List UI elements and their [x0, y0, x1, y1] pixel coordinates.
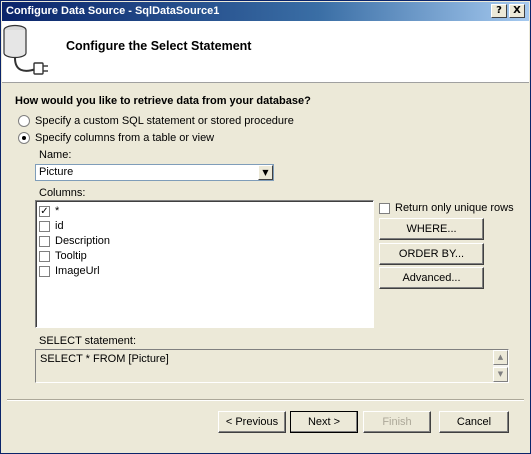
finish-button: Finish: [363, 411, 431, 433]
help-button[interactable]: ?: [491, 4, 507, 18]
table-columns-label: Specify columns from a table or view: [35, 132, 215, 144]
configure-data-source-dialog: Configure Data Source - SqlDataSource1 ?…: [0, 0, 531, 454]
scroll-up-icon[interactable]: ▲: [493, 350, 508, 365]
unique-rows-label: Return only unique rows: [395, 202, 514, 214]
checkbox[interactable]: [39, 265, 50, 277]
order-by-button[interactable]: ORDER BY...: [379, 243, 484, 265]
column-label: ImageUrl: [55, 265, 100, 277]
custom-sql-label: Specify a custom SQL statement or stored…: [35, 115, 294, 127]
table-name-value: Picture: [39, 166, 74, 178]
columns-label: Columns:: [39, 187, 86, 199]
previous-button[interactable]: < Previous: [218, 411, 286, 433]
wizard-header: Configure the Select Statement: [2, 21, 529, 83]
column-label: Description: [55, 235, 111, 247]
custom-sql-radio[interactable]: [18, 115, 30, 127]
title-bar[interactable]: Configure Data Source - SqlDataSource1 ?…: [2, 2, 529, 21]
next-button[interactable]: Next >: [290, 411, 358, 433]
column-item-star[interactable]: ✓ *: [39, 204, 59, 218]
chevron-down-icon[interactable]: ▼: [258, 165, 273, 180]
column-item-tooltip[interactable]: Tooltip: [39, 249, 87, 263]
checkbox-checked[interactable]: ✓: [39, 205, 50, 217]
page-title: Configure the Select Statement: [66, 39, 252, 53]
columns-list[interactable]: ✓ * id Description Tooltip ImageUrl: [35, 200, 374, 328]
column-label: Tooltip: [55, 250, 87, 262]
unique-rows-option[interactable]: Return only unique rows: [379, 202, 514, 214]
retrieval-question: How would you like to retrieve data from…: [15, 95, 311, 107]
column-label: id: [55, 220, 64, 232]
column-item-id[interactable]: id: [39, 219, 64, 233]
where-button[interactable]: WHERE...: [379, 218, 484, 240]
column-label: *: [55, 205, 60, 217]
column-item-imageurl[interactable]: ImageUrl: [39, 264, 100, 278]
close-button[interactable]: X: [509, 4, 525, 18]
footer-divider: [7, 399, 524, 401]
unique-rows-checkbox[interactable]: [379, 202, 390, 214]
advanced-button[interactable]: Advanced...: [379, 267, 484, 289]
table-name-dropdown[interactable]: Picture ▼: [35, 164, 274, 181]
column-item-description[interactable]: Description: [39, 234, 110, 248]
option-custom-sql[interactable]: Specify a custom SQL statement or stored…: [18, 114, 294, 128]
vertical-scrollbar[interactable]: ▲ ▼: [493, 350, 508, 382]
name-label: Name:: [39, 149, 72, 161]
select-statement-label: SELECT statement:: [39, 335, 137, 347]
window-title: Configure Data Source - SqlDataSource1: [6, 5, 220, 17]
cancel-button[interactable]: Cancel: [439, 411, 509, 433]
select-statement-text: SELECT * FROM [Picture]: [40, 353, 169, 365]
table-columns-radio[interactable]: [18, 132, 30, 144]
select-statement-box[interactable]: SELECT * FROM [Picture] ▲ ▼: [35, 349, 509, 383]
scroll-down-icon[interactable]: ▼: [493, 367, 508, 382]
checkbox[interactable]: [39, 250, 50, 262]
checkbox[interactable]: [39, 220, 50, 232]
checkbox[interactable]: [39, 235, 50, 247]
database-plug-icon: [3, 24, 48, 75]
option-table-columns[interactable]: Specify columns from a table or view: [18, 131, 214, 145]
